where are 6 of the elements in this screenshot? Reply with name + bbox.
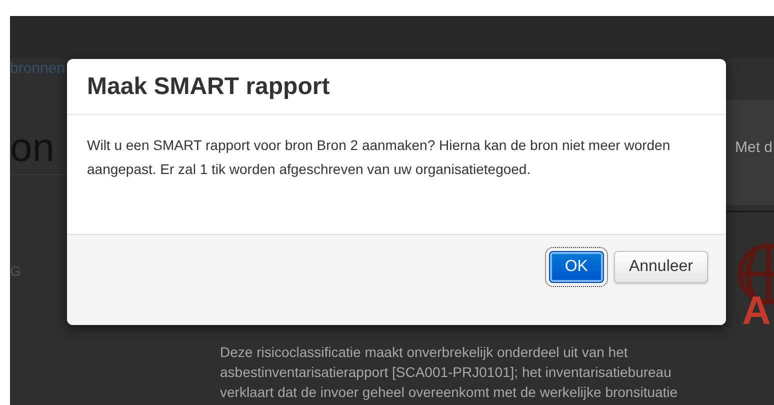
dialog-message: Wilt u een SMART rapport voor bron Bron 2 aanmaken? Hierna kan de bron niet meer worden aangepast. Er zal 1 tik worden afgeschreven van uw organisatietegoed.	[87, 136, 672, 179]
cancel-button[interactable]: Annuleer	[614, 251, 708, 283]
dialog-title: Maak SMART rapport	[87, 72, 330, 102]
logo-text: A	[742, 291, 771, 331]
body-paragraph: Deze risicoclassificatie maakt onverbrekelijk onderdeel uit van het asbestinventarisatierapport [SCA001-PRJ0101]; het inventarisatiebureau verklaart dat de invoer geheel overeenkomt met de werkelijke bronsituatie	[220, 343, 679, 402]
side-text: Met d	[735, 138, 773, 158]
